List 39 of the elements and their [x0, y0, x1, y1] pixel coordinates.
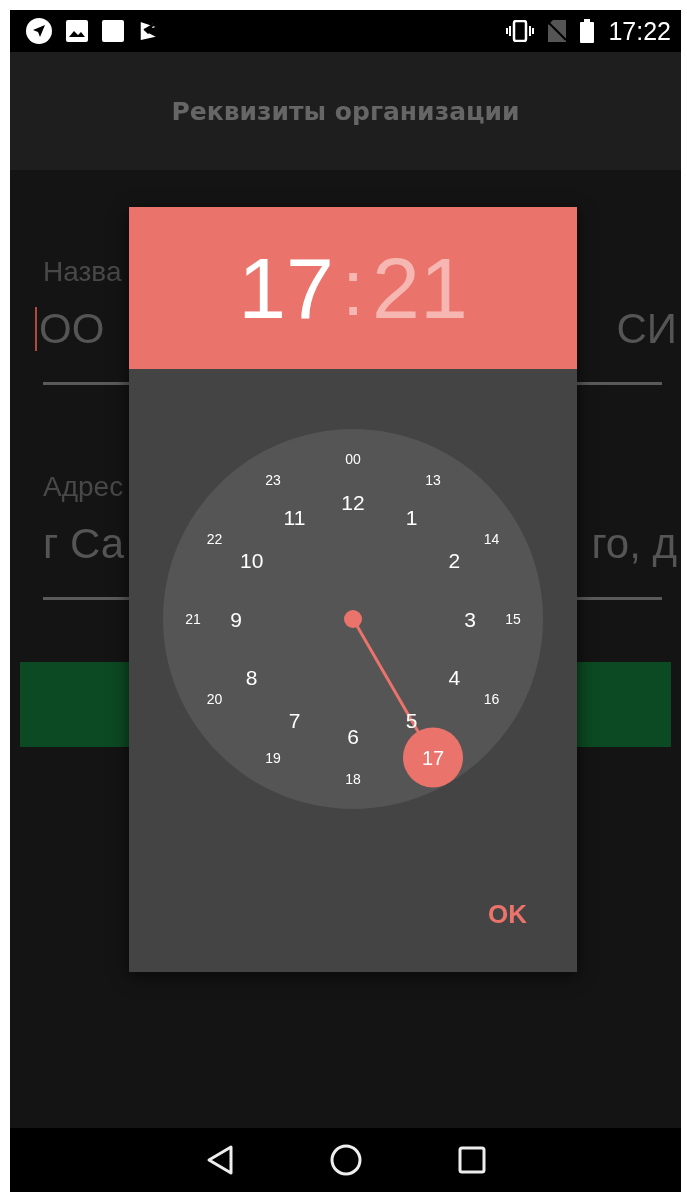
- hour-number[interactable]: 16: [483, 691, 500, 707]
- hour-number[interactable]: 2: [448, 549, 461, 572]
- navigation-icon: [26, 18, 52, 44]
- hour-number[interactable]: 1: [405, 506, 418, 530]
- hour-number[interactable]: 6: [347, 724, 359, 748]
- time-separator: :: [341, 248, 365, 328]
- hour-number[interactable]: 13: [425, 472, 441, 489]
- clock-face[interactable]: [163, 429, 543, 809]
- hour-number[interactable]: 12: [341, 490, 365, 514]
- hour-number[interactable]: 9: [230, 607, 242, 631]
- hour-number[interactable]: 11: [283, 506, 306, 530]
- hour-number[interactable]: 00: [345, 451, 361, 467]
- screen-title: Реквизиты организации: [171, 96, 520, 126]
- hour-number[interactable]: 22: [206, 531, 223, 547]
- hour-number[interactable]: 8: [245, 666, 258, 689]
- square-icon: [102, 20, 124, 42]
- hour-number[interactable]: 15: [505, 611, 521, 627]
- hour-number[interactable]: 18: [345, 771, 361, 787]
- hour-number[interactable]: 19: [265, 749, 281, 766]
- hour-number[interactable]: 4: [448, 666, 461, 689]
- hour-number[interactable]: 10: [240, 549, 264, 572]
- status-time: 17:22: [608, 16, 671, 46]
- back-icon[interactable]: [205, 1144, 234, 1176]
- field-value: го, д: [591, 520, 677, 568]
- hour-number[interactable]: 21: [185, 611, 201, 627]
- image-icon: [66, 20, 88, 42]
- hour-number[interactable]: 3: [464, 607, 476, 631]
- recents-icon[interactable]: [457, 1146, 486, 1174]
- field-value: г Са: [43, 520, 125, 568]
- battery-icon: [580, 19, 595, 43]
- hour-number[interactable]: 23: [265, 472, 281, 489]
- vibrate-icon: [506, 20, 535, 42]
- field-value: СИ: [616, 305, 677, 353]
- home-icon[interactable]: [329, 1144, 362, 1176]
- hour-number[interactable]: 7: [288, 708, 301, 732]
- hour-number[interactable]: 14: [483, 531, 500, 547]
- no-sim-icon: [548, 20, 567, 42]
- hour-number[interactable]: 20: [206, 691, 223, 707]
- field-value: ОО: [39, 305, 105, 353]
